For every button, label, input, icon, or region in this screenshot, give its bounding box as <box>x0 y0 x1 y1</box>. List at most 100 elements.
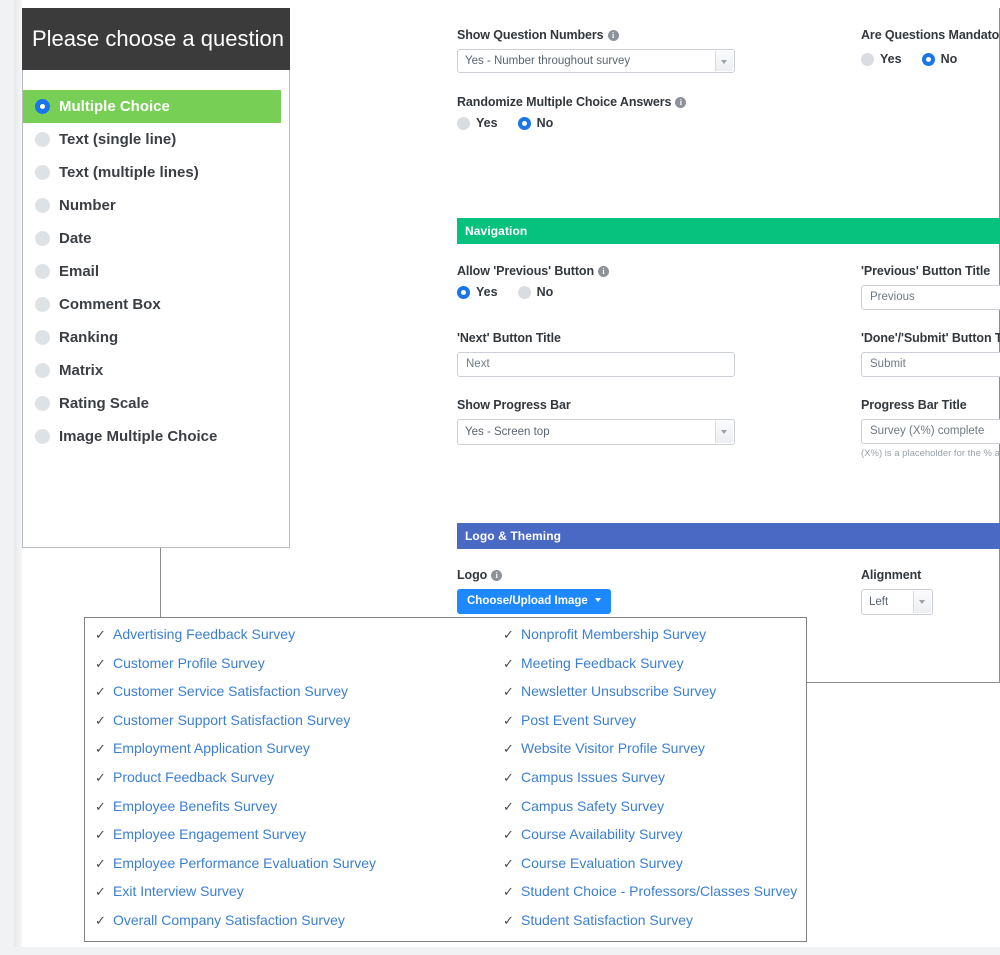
field-questions-mandatory: Are Questions Mandatoryi Yes No <box>861 28 1000 66</box>
radio-randomize-no[interactable]: No <box>517 116 553 130</box>
survey-template-link[interactable]: Employee Performance Evaluation Survey <box>113 855 376 871</box>
survey-template-link[interactable]: Student Choice - Professors/Classes Surv… <box>521 883 797 899</box>
choose-upload-image-button[interactable]: Choose/Upload Image <box>457 589 611 614</box>
question-type-item[interactable]: Email <box>23 255 289 288</box>
survey-template-link[interactable]: Customer Service Satisfaction Survey <box>113 683 348 699</box>
survey-template-item[interactable]: ✓ Meeting Feedback Survey <box>503 655 803 684</box>
question-type-label: Comment Box <box>59 296 161 313</box>
survey-template-link[interactable]: Campus Issues Survey <box>521 769 665 785</box>
survey-template-item[interactable]: ✓ Advertising Feedback Survey <box>95 626 495 655</box>
radio-indicator-selected <box>35 99 50 114</box>
check-icon: ✓ <box>503 684 514 700</box>
survey-template-link[interactable]: Student Satisfaction Survey <box>521 912 693 928</box>
radio-mandatory-yes[interactable]: Yes <box>861 52 902 66</box>
question-type-item[interactable]: Image Multiple Choice <box>23 420 289 453</box>
check-icon: ✓ <box>95 827 106 843</box>
survey-template-link[interactable]: Advertising Feedback Survey <box>113 626 295 642</box>
survey-template-item[interactable]: ✓ Student Satisfaction Survey <box>503 912 803 941</box>
question-type-item[interactable]: Number <box>23 189 289 222</box>
radio-indicator <box>35 132 50 147</box>
survey-template-link[interactable]: Employment Application Survey <box>113 740 310 756</box>
survey-template-item[interactable]: ✓ Student Choice - Professors/Classes Sur… <box>503 883 803 912</box>
survey-template-item[interactable]: ✓ Website Visitor Profile Survey <box>503 740 803 769</box>
survey-template-link[interactable]: Customer Profile Survey <box>113 655 265 671</box>
progress-bar-title-input[interactable]: Survey (X%) complete <box>861 419 1000 444</box>
survey-template-link[interactable]: Employee Engagement Survey <box>113 826 306 842</box>
field-allow-previous: Allow 'Previous' Button i Yes No <box>457 264 837 299</box>
survey-template-item[interactable]: ✓ Employee Engagement Survey <box>95 826 495 855</box>
survey-template-item[interactable]: ✓ Product Feedback Survey <box>95 769 495 798</box>
survey-template-item[interactable]: ✓ Customer Service Satisfaction Survey <box>95 683 495 712</box>
question-type-label: Text (single line) <box>59 131 177 148</box>
survey-template-link[interactable]: Product Feedback Survey <box>113 769 274 785</box>
radio-allow-previous-no[interactable]: No <box>517 285 554 299</box>
radio-label: No <box>536 285 554 299</box>
question-type-item[interactable]: Date <box>23 222 289 255</box>
radio-mandatory-no[interactable]: No <box>921 52 957 66</box>
question-type-label: Text (multiple lines) <box>59 164 199 181</box>
survey-template-item[interactable]: ✓ Exit Interview Survey <box>95 883 495 912</box>
done-button-title-input[interactable]: Submit <box>861 352 1000 377</box>
question-type-item[interactable]: Matrix <box>23 354 289 387</box>
question-type-item[interactable]: Rating Scale <box>23 387 289 420</box>
radio-randomize-yes[interactable]: Yes <box>457 116 498 130</box>
info-icon[interactable]: i <box>491 570 503 581</box>
info-icon[interactable]: i <box>597 266 609 277</box>
radio-indicator-selected <box>457 285 470 299</box>
survey-template-link[interactable]: Nonprofit Membership Survey <box>521 626 706 642</box>
question-type-item[interactable]: Text (single line) <box>23 123 289 156</box>
page-left-gutter <box>14 0 22 947</box>
survey-template-link[interactable]: Newsletter Unsubscribe Survey <box>521 683 716 699</box>
survey-template-item[interactable]: ✓ Employee Benefits Survey <box>95 798 495 827</box>
show-question-numbers-select[interactable]: Yes - Number throughout survey <box>457 49 735 73</box>
survey-template-item[interactable]: ✓ Overall Company Satisfaction Survey <box>95 912 495 941</box>
show-progress-bar-select[interactable]: Yes - Screen top <box>457 419 735 445</box>
check-icon: ✓ <box>95 712 106 728</box>
questions-mandatory-radio-group: Yes No <box>861 52 1000 66</box>
page-bottom-edge <box>22 947 1000 955</box>
survey-template-link[interactable]: Website Visitor Profile Survey <box>521 740 705 756</box>
info-icon[interactable]: i <box>675 97 687 108</box>
survey-template-item[interactable]: ✓ Course Evaluation Survey <box>503 855 803 884</box>
radio-indicator <box>35 264 50 279</box>
survey-template-link[interactable]: Meeting Feedback Survey <box>521 655 684 671</box>
check-icon: ✓ <box>503 741 514 757</box>
survey-template-item[interactable]: ✓ Newsletter Unsubscribe Survey <box>503 683 803 712</box>
question-type-item[interactable]: Comment Box <box>23 288 289 321</box>
question-type-label: Ranking <box>59 329 119 346</box>
next-button-title-input[interactable]: Next <box>457 352 735 377</box>
previous-button-title-input[interactable]: Previous <box>861 285 1000 310</box>
radio-allow-previous-yes[interactable]: Yes <box>457 285 498 299</box>
question-type-item[interactable]: Ranking <box>23 321 289 354</box>
radio-indicator-selected <box>517 116 531 130</box>
survey-template-link[interactable]: Customer Support Satisfaction Survey <box>113 712 350 728</box>
survey-template-item[interactable]: ✓ Customer Support Satisfaction Survey <box>95 712 495 741</box>
survey-template-item[interactable]: ✓ Nonprofit Membership Survey <box>503 626 803 655</box>
survey-template-item[interactable]: ✓ Campus Issues Survey <box>503 769 803 798</box>
survey-template-link[interactable]: Employee Benefits Survey <box>113 798 277 814</box>
survey-template-item[interactable]: ✓ Course Availability Survey <box>503 826 803 855</box>
alignment-select[interactable]: Left <box>861 589 933 615</box>
survey-template-item[interactable]: ✓ Employment Application Survey <box>95 740 495 769</box>
field-previous-button-title: 'Previous' Button Title Previous <box>861 264 1000 310</box>
info-icon[interactable]: i <box>607 30 619 41</box>
field-show-progress-bar: Show Progress Bar Yes - Screen top <box>457 398 837 445</box>
radio-indicator <box>457 116 470 130</box>
survey-template-link[interactable]: Exit Interview Survey <box>113 883 244 899</box>
survey-template-item[interactable]: ✓ Employee Performance Evaluation Survey <box>95 855 495 884</box>
survey-template-link[interactable]: Course Evaluation Survey <box>521 855 683 871</box>
survey-template-link[interactable]: Overall Company Satisfaction Survey <box>113 912 345 928</box>
question-type-item[interactable]: Multiple Choice <box>23 90 281 123</box>
radio-indicator <box>35 231 50 246</box>
check-icon: ✓ <box>95 798 106 814</box>
survey-template-item[interactable]: ✓ Campus Safety Survey <box>503 798 803 827</box>
question-type-item[interactable]: Text (multiple lines) <box>23 156 289 189</box>
survey-template-item[interactable]: ✓ Customer Profile Survey <box>95 655 495 684</box>
survey-template-item[interactable]: ✓ Post Event Survey <box>503 712 803 741</box>
radio-label: Yes <box>476 285 498 299</box>
survey-template-link[interactable]: Campus Safety Survey <box>521 798 664 814</box>
survey-template-link[interactable]: Post Event Survey <box>521 712 636 728</box>
allow-previous-label: Allow 'Previous' Button i <box>457 264 837 278</box>
question-type-label: Multiple Choice <box>59 98 170 115</box>
survey-template-link[interactable]: Course Availability Survey <box>521 826 683 842</box>
